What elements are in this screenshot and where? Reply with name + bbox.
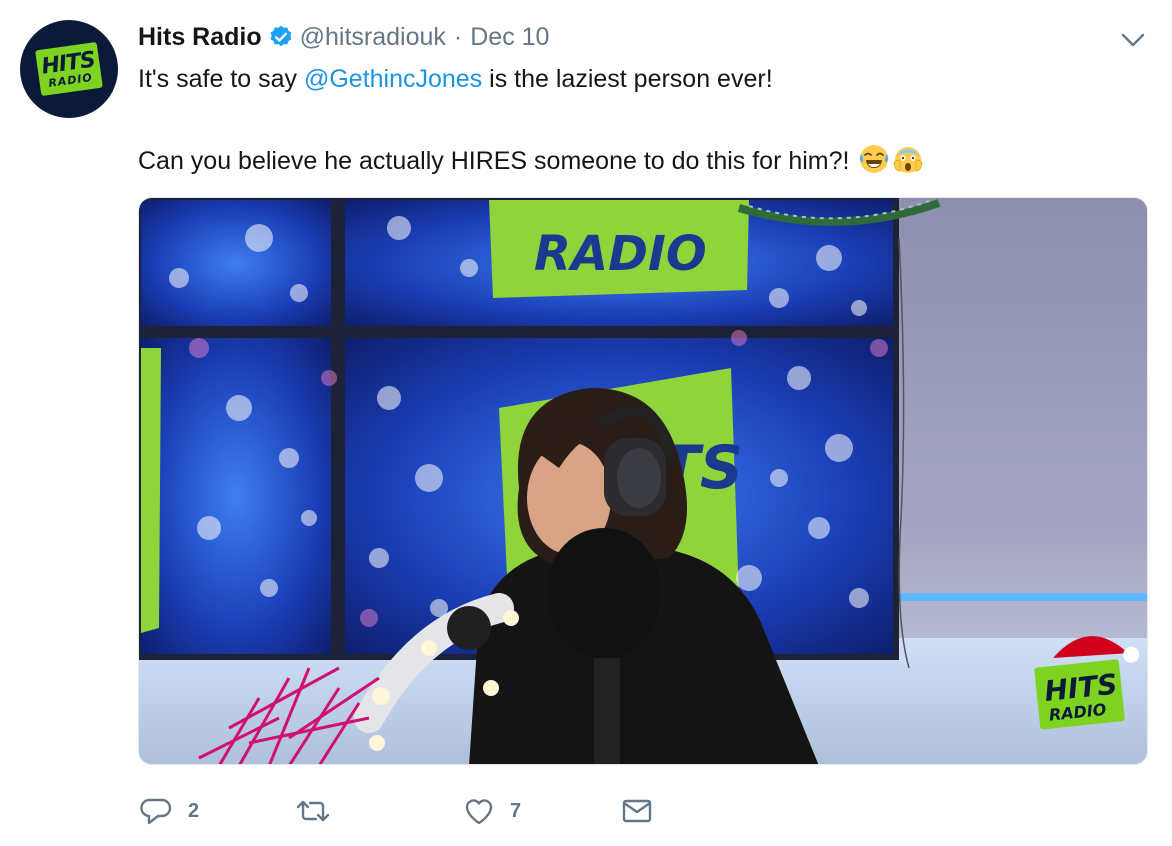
reply-button[interactable]: 2 — [140, 794, 199, 828]
video-thumbnail: RADIO TS HITS RADIO — [139, 198, 1147, 764]
face-with-tears-of-joy-icon — [860, 145, 889, 173]
hits-radio-logo: HITS RADIO — [35, 41, 103, 97]
header-separator: · — [453, 22, 463, 51]
tweet: HITS RADIO Hits Radio @hitsradiouk · Dec… — [0, 0, 1172, 846]
author-handle[interactable]: @hitsradiouk — [300, 23, 446, 52]
tweet-date[interactable]: Dec 10 — [470, 23, 549, 52]
heart-icon — [465, 799, 493, 825]
author-name[interactable]: Hits Radio — [138, 23, 262, 52]
mention-link[interactable]: @GethincJones — [304, 65, 482, 93]
reply-count: 2 — [188, 799, 200, 822]
tweet-text-part: Can you believe he actually HIRES someon… — [138, 147, 857, 175]
direct-message-button[interactable] — [620, 794, 654, 828]
tweet-text-line-1: It's safe to say @GethincJones is the la… — [138, 64, 773, 94]
tweet-text-part: It's safe to say — [138, 65, 304, 93]
retweet-button[interactable] — [296, 794, 344, 828]
like-button[interactable]: 7 — [462, 794, 521, 828]
verified-badge-icon — [270, 25, 292, 47]
reply-icon — [140, 798, 172, 825]
like-count: 7 — [510, 799, 522, 822]
screen-text-radio: RADIO — [534, 226, 707, 282]
tweet-header: Hits Radio @hitsradiouk · Dec 10 — [138, 22, 549, 52]
envelope-icon — [622, 799, 652, 823]
avatar[interactable]: HITS RADIO — [20, 20, 118, 118]
chevron-down-icon[interactable] — [1120, 30, 1146, 50]
tweet-media[interactable]: RADIO TS HITS RADIO — [138, 197, 1148, 765]
tweet-text-part: is the laziest person ever! — [482, 65, 773, 93]
face-screaming-in-fear-icon — [894, 147, 923, 173]
retweet-icon — [296, 800, 330, 822]
tweet-text-line-2: Can you believe he actually HIRES someon… — [138, 143, 924, 176]
